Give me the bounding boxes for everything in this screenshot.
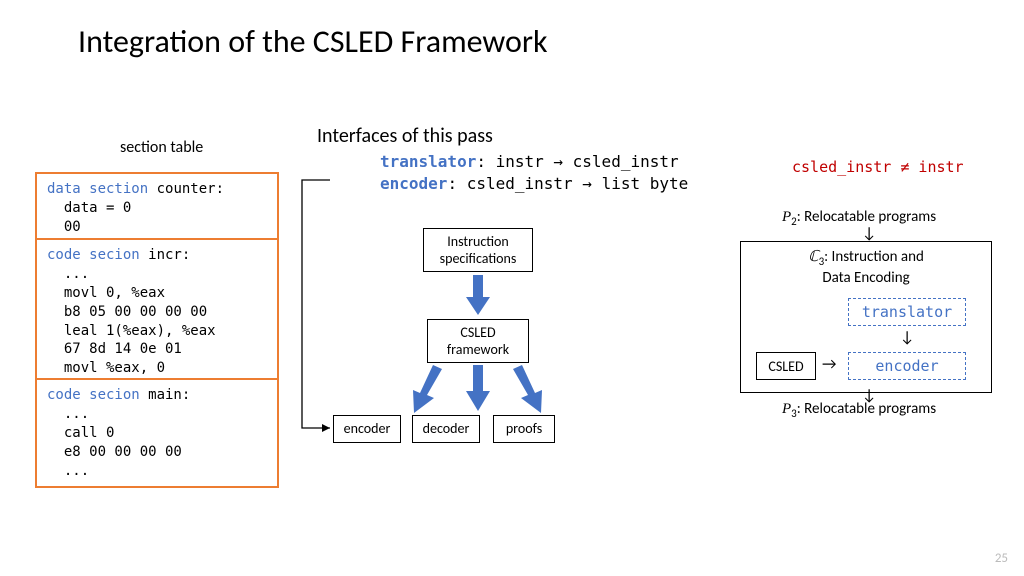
data-section-box: data section counter: data = 0 00	[35, 172, 279, 245]
proofs-box: proofs	[493, 415, 555, 443]
arrow-down-right-icon	[510, 365, 550, 413]
encoder-box: encoder	[333, 415, 401, 443]
translator-dashed-box: translator	[848, 298, 966, 326]
encoder-dashed-box: encoder	[848, 352, 966, 380]
arrow-down-icon	[466, 365, 490, 411]
slide-title: Integration of the CSLED Framework	[78, 22, 548, 61]
code-section-main-box: code secion main: ... call 0 e8 00 00 00…	[35, 378, 279, 488]
csled-small-box: CSLED	[756, 352, 816, 380]
csled-framework-box: CSLED framework	[427, 319, 529, 363]
decoder-box: decoder	[412, 415, 480, 443]
p3-label: P3: Relocatable programs	[782, 400, 936, 420]
interfaces-heading: Interfaces of this pass	[317, 124, 493, 148]
translator-signature: translator: instr → csled_instr	[380, 152, 679, 171]
arrow-down-left-icon	[405, 365, 445, 413]
arrow-down-icon: ↓	[862, 226, 876, 242]
page-number: 25	[995, 551, 1008, 566]
encoder-signature: encoder: csled_instr → list byte	[380, 174, 688, 193]
arrow-down-icon: ↓	[900, 330, 914, 346]
section-table-label: section table	[120, 138, 203, 157]
instruction-spec-box: Instruction specifications	[423, 228, 533, 272]
bracket-connector	[290, 178, 324, 438]
p2-label: P2: Relocatable programs	[782, 208, 936, 228]
arrow-down-icon	[466, 275, 490, 315]
arrow-right-icon: →	[822, 357, 836, 373]
inequality-note: csled_instr ≠ instr	[792, 158, 964, 176]
